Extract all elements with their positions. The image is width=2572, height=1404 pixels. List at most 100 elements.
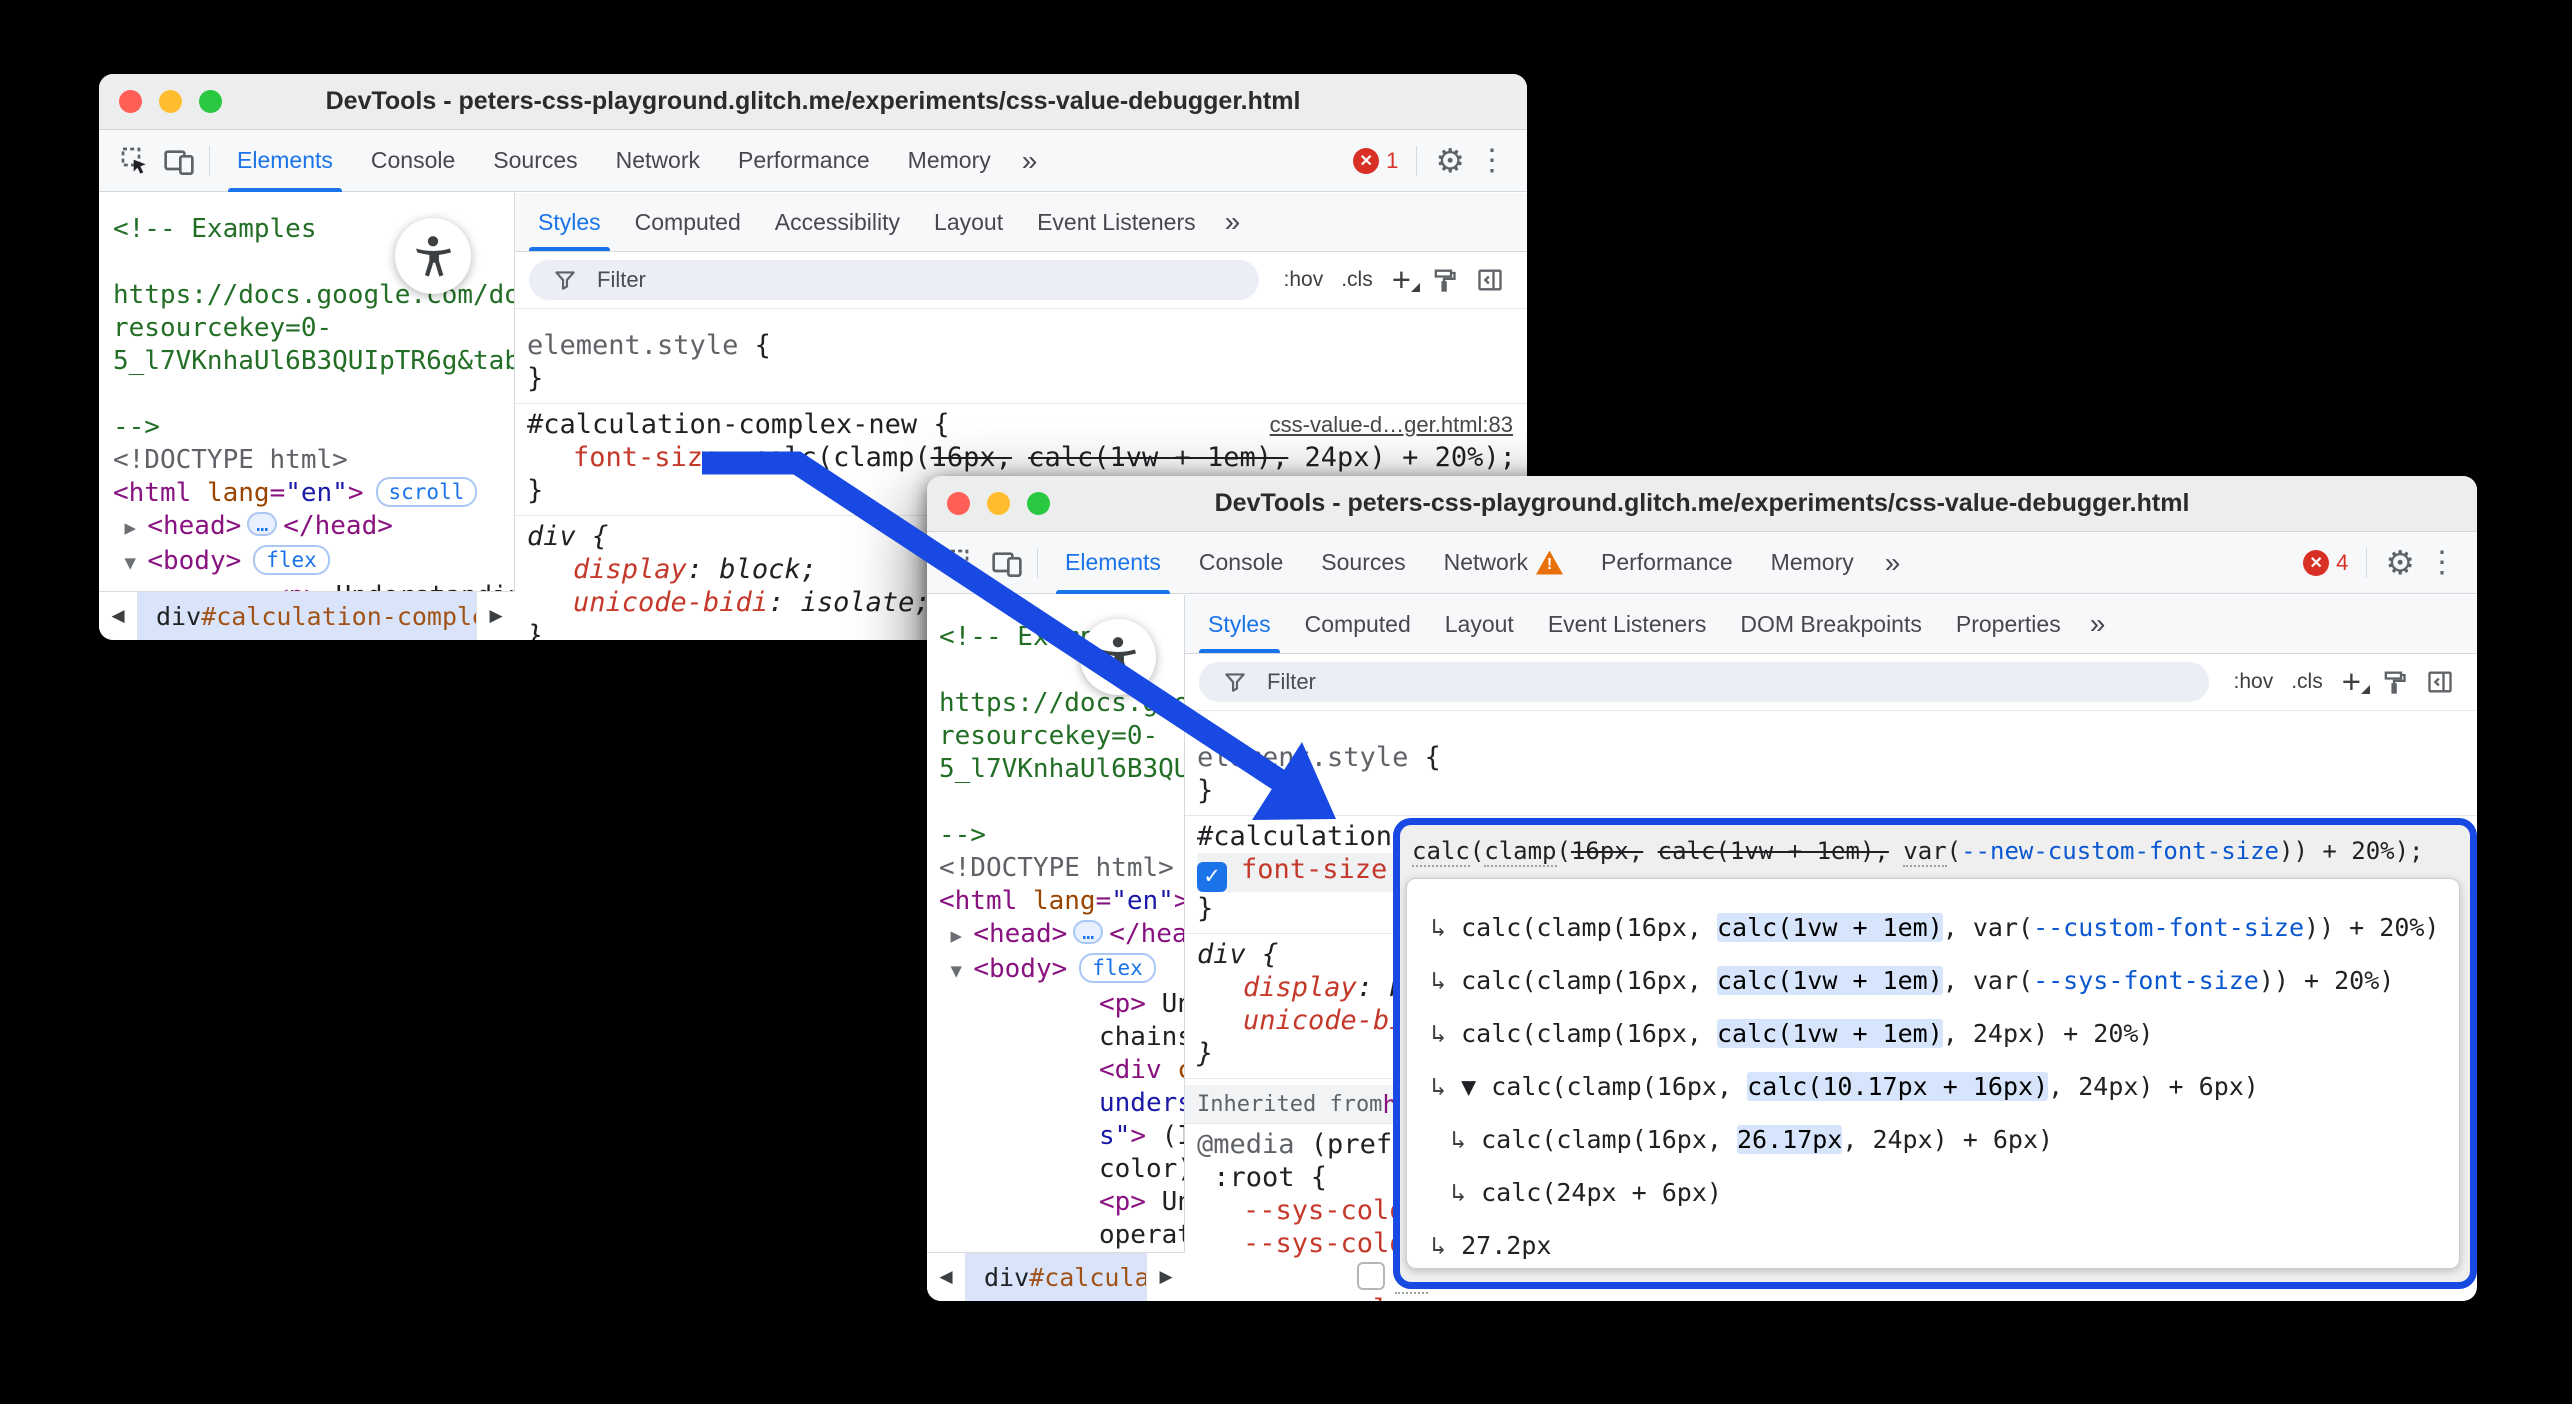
titlebar[interactable]: DevTools - peters-css-playground.glitch.…: [99, 74, 1527, 130]
dom-tree-row[interactable]: -->: [939, 819, 1184, 852]
style-line[interactable]: font-size: calc(clamp(16px, calc(1vw + 1…: [527, 441, 1527, 474]
trace-step[interactable]: ↳ calc(24px + 6px): [1407, 1166, 2459, 1219]
dom-tree-row[interactable]: operations </: [939, 1219, 1184, 1252]
dom-tree-row[interactable]: [113, 378, 514, 411]
tab-elements[interactable]: Elements: [218, 130, 352, 192]
dom-tree-row[interactable]: resourcekey=0-: [939, 720, 1184, 753]
style-line[interactable]: element.style {: [527, 329, 1527, 362]
tab-layout[interactable]: Layout: [917, 193, 1020, 251]
dom-tree-row[interactable]: [939, 786, 1184, 819]
error-badge[interactable]: ✕ 4: [2303, 550, 2348, 576]
tab-computed[interactable]: Computed: [618, 193, 758, 251]
enabled-checkbox[interactable]: ✓: [1197, 862, 1227, 892]
dom-tree-row[interactable]: <html lang="en">scroll: [113, 477, 514, 510]
close-button[interactable]: [119, 90, 142, 113]
breadcrumb-prev-icon[interactable]: ◀: [927, 1253, 966, 1301]
kebab-menu-icon[interactable]: ⋮: [2425, 545, 2463, 580]
style-line[interactable]: #calculation-complex-new {css-value-d…ge…: [527, 408, 1527, 441]
filter-input[interactable]: Filter: [529, 260, 1259, 300]
style-line[interactable]: }: [1197, 774, 2477, 807]
source-link[interactable]: css-value-d…ger.html:83: [1270, 408, 1513, 441]
breadcrumb-next-icon[interactable]: ▶: [476, 592, 515, 640]
dom-tree-row[interactable]: ▼ <body>flex: [939, 953, 1184, 988]
tab-layout[interactable]: Layout: [1428, 595, 1531, 653]
inspect-element-icon[interactable]: [113, 139, 157, 183]
kebab-menu-icon[interactable]: ⋮: [1475, 143, 1513, 178]
trace-step[interactable]: ↳ calc(clamp(16px, calc(1vw + 1em), var(…: [1407, 901, 2459, 954]
tab-memory[interactable]: Memory: [889, 130, 1010, 192]
trace-step[interactable]: ↳ 27.2px: [1407, 1219, 2459, 1269]
trace-popup-steps[interactable]: ↳ calc(clamp(16px, calc(1vw + 1em), var(…: [1406, 878, 2460, 1269]
maximize-button[interactable]: [199, 90, 222, 113]
dom-tree-row[interactable]: ▼ <body>flex: [113, 545, 514, 580]
tab-performance[interactable]: Performance: [1582, 532, 1752, 594]
tab-console[interactable]: Console: [1180, 532, 1302, 594]
device-toolbar-icon[interactable]: [157, 139, 201, 183]
dom-tree-row[interactable]: s"> (Inspect: [939, 1120, 1184, 1153]
inspect-element-icon[interactable]: [941, 541, 985, 585]
trace-step[interactable]: ↳ calc(clamp(16px, 26.17px, 24px) + 6px): [1407, 1113, 2459, 1166]
toggle-hover-state[interactable]: :hov: [2234, 670, 2274, 694]
breadcrumb-next-icon[interactable]: ▶: [1146, 1253, 1185, 1301]
element-style-section[interactable]: element.style {}: [1185, 737, 2477, 816]
new-style-rule-icon[interactable]: +: [1392, 270, 1411, 290]
trace-step[interactable]: ↳ calc(clamp(16px, calc(1vw + 1em), var(…: [1407, 954, 2459, 1007]
tab-event-listeners[interactable]: Event Listeners: [1020, 193, 1213, 251]
maximize-button[interactable]: [1027, 492, 1050, 515]
style-line[interactable]: }: [527, 362, 1527, 395]
style-line[interactable]: element.style {: [1197, 741, 2477, 774]
dom-tree-row[interactable]: ▶ <head>…</hea: [939, 918, 1184, 953]
more-tabs-icon[interactable]: »: [2078, 608, 2116, 640]
dom-tree-row[interactable]: https://docs.goog: [939, 687, 1184, 720]
tab-sources[interactable]: Sources: [1302, 532, 1424, 594]
dom-tree-row[interactable]: -->: [113, 411, 514, 444]
settings-gear-icon[interactable]: ⚙: [2375, 543, 2425, 582]
tab-dom-breakpoints[interactable]: DOM Breakpoints: [1723, 595, 1939, 653]
more-tabs-icon[interactable]: »: [1873, 547, 1911, 579]
style-line[interactable]: --app-colo: [1197, 1293, 2477, 1301]
minimize-button[interactable]: [987, 492, 1010, 515]
dom-tree-row[interactable]: <html lang="en">: [939, 885, 1184, 918]
breadcrumb-item[interactable]: div#calculation-comple: [138, 592, 476, 640]
tab-memory[interactable]: Memory: [1752, 532, 1873, 594]
dom-tree-row[interactable]: 5_l7VKnhaUl6B3QUIpTR6g&tab=: [113, 345, 514, 378]
dom-tree-row[interactable]: <p> Understan: [939, 988, 1184, 1021]
new-style-rule-icon[interactable]: +: [2342, 672, 2361, 692]
dom-tree-row[interactable]: resourcekey=0-: [113, 312, 514, 345]
tab-sources[interactable]: Sources: [474, 130, 596, 192]
tab-network[interactable]: Network !: [1425, 532, 1582, 594]
dom-tree-row[interactable]: chains </p>: [939, 1021, 1184, 1054]
dom-tree[interactable]: <!-- Examples https://docs.googresourcek…: [927, 595, 1185, 1301]
tab-performance[interactable]: Performance: [719, 130, 889, 192]
dom-tree-row[interactable]: <p> Understan: [939, 1186, 1184, 1219]
toggle-class[interactable]: .cls: [1341, 268, 1373, 292]
tab-console[interactable]: Console: [352, 130, 474, 192]
trace-step[interactable]: ↳ calc(clamp(16px, calc(1vw + 1em), 24px…: [1407, 1007, 2459, 1060]
dom-tree-row[interactable]: color) </div>: [939, 1153, 1184, 1186]
more-tabs-icon[interactable]: »: [1213, 206, 1251, 238]
dom-tree-row[interactable]: understanding: [939, 1087, 1184, 1120]
titlebar[interactable]: DevTools - peters-css-playground.glitch.…: [927, 476, 2477, 532]
tab-event-listeners[interactable]: Event Listeners: [1531, 595, 1724, 653]
settings-gear-icon[interactable]: ⚙: [1425, 141, 1475, 180]
disabled-checkbox[interactable]: [1357, 1262, 1385, 1290]
breadcrumb-item[interactable]: div#calculat: [966, 1253, 1146, 1301]
tab-properties[interactable]: Properties: [1939, 595, 2078, 653]
dock-panel-icon[interactable]: [2426, 668, 2454, 696]
toggle-class[interactable]: .cls: [2291, 670, 2323, 694]
tab-elements[interactable]: Elements: [1046, 532, 1180, 594]
filter-input[interactable]: Filter: [1199, 662, 2209, 702]
tab-computed[interactable]: Computed: [1288, 595, 1428, 653]
toggle-hover-state[interactable]: :hov: [1284, 268, 1324, 292]
minimize-button[interactable]: [159, 90, 182, 113]
dock-panel-icon[interactable]: [1476, 266, 1504, 294]
dom-tree-row[interactable]: <!DOCTYPE html>: [113, 444, 514, 477]
dom-tree-row[interactable]: <div class="b: [939, 1054, 1184, 1087]
close-button[interactable]: [947, 492, 970, 515]
traced-declaration-value[interactable]: calc(clamp(16px, calc(1vw + 1em), var(--…: [1412, 825, 2424, 877]
tab-styles[interactable]: Styles: [521, 193, 618, 251]
device-toolbar-icon[interactable]: [985, 541, 1029, 585]
tab-styles[interactable]: Styles: [1191, 595, 1288, 653]
rendering-paint-icon[interactable]: [2380, 668, 2408, 696]
tab-accessibility[interactable]: Accessibility: [758, 193, 917, 251]
